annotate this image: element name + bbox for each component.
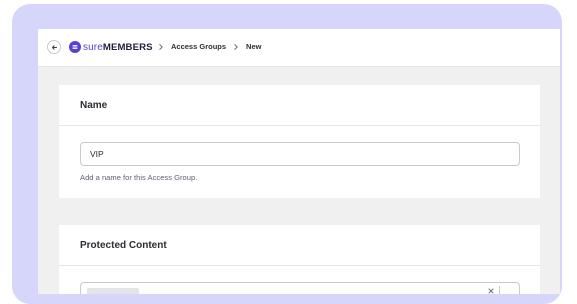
app-window: sure MEMBERS Access Groups New Name Add … [38,29,560,294]
suremembers-logo[interactable]: sure MEMBERS [69,41,153,53]
name-input[interactable] [90,149,510,159]
protected-content-select[interactable] [80,282,520,294]
top-bar: sure MEMBERS Access Groups New [38,29,560,67]
breadcrumb: Access Groups New [151,42,261,51]
logo-text-sure: sure [83,41,103,53]
clear-icon[interactable] [487,287,495,294]
selected-chip[interactable] [87,288,139,294]
back-button[interactable] [47,40,61,54]
chevron-right-icon [159,43,163,50]
name-input-wrapper[interactable] [80,142,520,166]
protected-content-title: Protected Content [80,239,167,251]
arrow-left-icon [51,44,57,50]
name-card-title: Name [80,99,108,111]
breadcrumb-access-groups[interactable]: Access Groups [171,42,226,51]
select-divider [499,286,500,294]
breadcrumb-new: New [246,42,262,51]
protected-content-header: Protected Content [59,225,540,266]
chevron-right-icon [234,43,238,50]
name-card: Name Add a name for this Access Group. [59,85,540,198]
name-help-text: Add a name for this Access Group. [80,173,198,182]
logo-text-members: MEMBERS [102,41,153,53]
name-card-header: Name [59,85,540,126]
logo-mark-icon [69,41,81,53]
protected-content-card: Protected Content [59,225,540,294]
